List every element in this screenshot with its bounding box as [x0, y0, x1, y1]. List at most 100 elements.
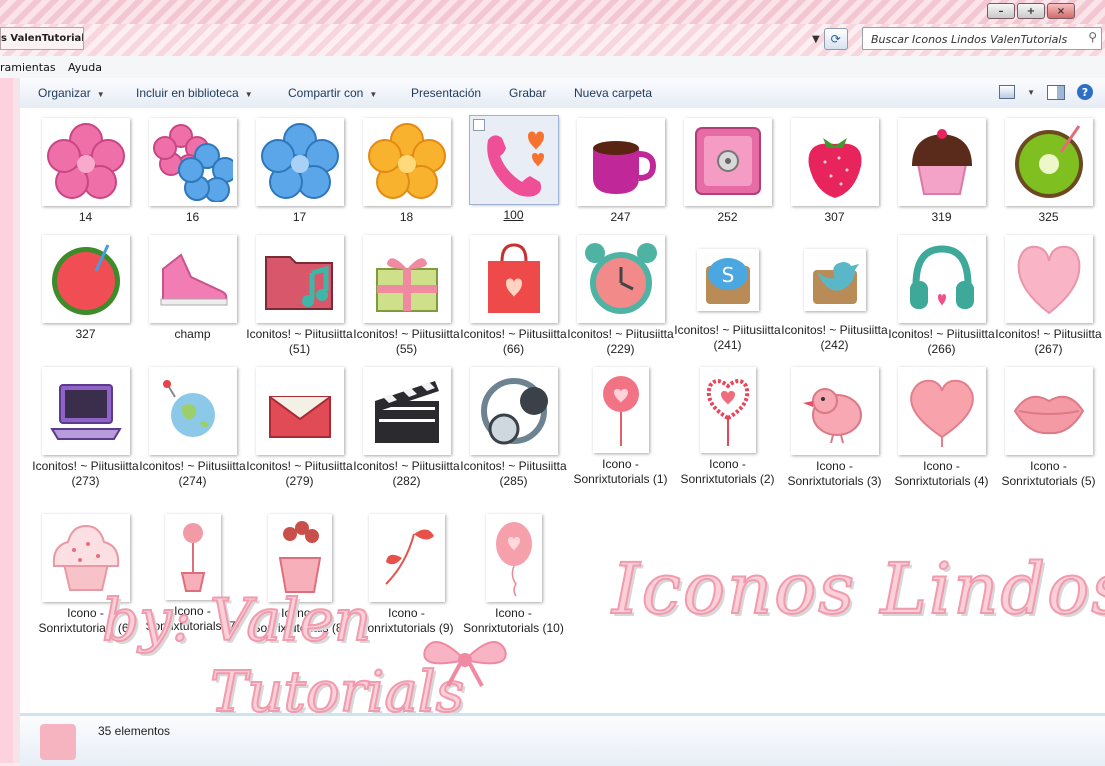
file-label: Iconitos! ~ Piitusiitta (55) [353, 327, 460, 356]
file-item[interactable]: Iconitos! ~ Piitusiitta (229) [567, 235, 674, 357]
file-item[interactable]: Iconitos! ~ Piitusiitta (267) [995, 235, 1102, 357]
maximize-button[interactable]: + [1017, 3, 1045, 19]
watermelon-icon [41, 235, 130, 323]
cup-icon [576, 118, 665, 206]
refresh-button[interactable]: ⟳ [823, 28, 848, 50]
shopping-bag-icon [469, 235, 558, 323]
file-item[interactable]: Icono - Sonrixtutorials (3) [781, 367, 888, 489]
strawberry-icon [790, 118, 879, 206]
file-label: Icono - Sonrixtutorials (5) [1001, 459, 1096, 488]
close-button[interactable]: × [1047, 3, 1075, 19]
file-item[interactable]: Iconitos! ~ Piitusiitta (66) [460, 235, 567, 357]
file-item[interactable]: Iconitos! ~ Piitusiitta (51) [246, 235, 353, 357]
file-label: 319 [931, 210, 952, 224]
file-item[interactable]: Iconitos! ~ Piitusiitta (282) [353, 367, 460, 489]
file-item[interactable]: Iconitos! ~ Piitusiitta (273) [32, 367, 139, 489]
minimize-button[interactable]: – [987, 3, 1015, 19]
file-item[interactable]: 325 [995, 118, 1102, 225]
cupcake-icon [897, 118, 986, 206]
file-label: Iconitos! ~ Piitusiitta (241) [674, 323, 781, 352]
menu-tools[interactable]: ramientas [0, 61, 56, 74]
file-label: Iconitos! ~ Piitusiitta (266) [888, 327, 995, 356]
file-item[interactable]: Icono - Sonrixtutorials (1) [567, 367, 674, 487]
include-library-button[interactable]: Incluir en biblioteca ▼ [136, 86, 253, 100]
file-item[interactable]: 319 [888, 118, 995, 225]
breadcrumb[interactable]: s ValenTutorials [0, 27, 84, 50]
preview-pane-icon[interactable] [1047, 84, 1065, 100]
file-label: 327 [75, 327, 96, 341]
file-item-selected[interactable]: 100 [460, 115, 567, 223]
share-button[interactable]: Compartir con ▼ [288, 86, 377, 100]
file-item[interactable]: 18 [353, 118, 460, 225]
heart-flower-icon [699, 367, 756, 453]
file-item[interactable]: Iconitos! ~ Piitusiitta (274) [139, 367, 246, 489]
music-folder-icon [255, 235, 344, 323]
file-label: Icono - Sonrixtutorials (2) [680, 457, 775, 486]
file-item[interactable]: Iconitos! ~ Piitusiitta (285) [460, 367, 567, 489]
view-options-icon[interactable] [999, 85, 1016, 99]
laptop-icon [41, 367, 130, 455]
file-item[interactable]: 17 [246, 118, 353, 225]
refresh-icon: ⟳ [830, 32, 841, 46]
slideshow-button[interactable]: Presentación [411, 86, 481, 100]
search-icon[interactable]: ⚲ [1088, 30, 1097, 44]
flower-pot-icon [164, 514, 221, 600]
lollipop-pot-icon [267, 514, 332, 602]
file-label: 247 [610, 210, 631, 224]
file-item[interactable]: Iconitos! ~ Piitusiitta (55) [353, 235, 460, 357]
item-count: 35 elementos [98, 724, 171, 738]
chevron-down-icon: ▼ [96, 90, 105, 99]
file-item[interactable]: Icono - Sonrixtutorials (4) [888, 367, 995, 489]
file-item[interactable]: Iconitos! ~ Piitusiitta (266) [888, 235, 995, 357]
file-item[interactable]: 247 [567, 118, 674, 225]
bow-icon [423, 641, 507, 687]
menu-help[interactable]: Ayuda [68, 61, 102, 74]
file-item[interactable]: Icono - Sonrixtutorials (10) [460, 514, 567, 636]
address-nav: ▼ ⟳ [812, 28, 848, 50]
chevron-down-icon: ▼ [369, 90, 378, 99]
file-item[interactable]: Icono - Sonrixtutorials (8) [246, 514, 353, 636]
organize-label: Organizar [38, 86, 91, 100]
file-item[interactable]: 16 [139, 118, 246, 225]
file-label: 252 [717, 210, 738, 224]
file-item[interactable]: 307 [781, 118, 888, 225]
file-label: Iconitos! ~ Piitusiitta (274) [139, 459, 246, 488]
chevron-down-icon[interactable]: ▼ [1027, 88, 1035, 97]
file-label: Icono - Sonrixtutorials (3) [787, 459, 882, 488]
menu-bar: ramientas Ayuda [0, 56, 1105, 78]
file-item[interactable]: Iconitos! ~ Piitusiitta (242) [781, 235, 888, 353]
orange-flower-icon [362, 118, 451, 206]
cupcake-pink-icon [41, 514, 130, 602]
select-checkbox[interactable] [472, 119, 485, 131]
window-controls: – + × [987, 3, 1075, 19]
file-item[interactable]: Icono - Sonrixtutorials (6) [32, 514, 139, 636]
file-label: 14 [78, 210, 93, 224]
file-label: Iconitos! ~ Piitusiitta (282) [353, 459, 460, 488]
file-item[interactable]: 252 [674, 118, 781, 225]
file-item[interactable]: Icono - Sonrixtutorials (7) [139, 514, 246, 634]
help-icon[interactable]: ? [1077, 84, 1093, 100]
file-item[interactable]: champ [139, 235, 246, 342]
address-bar: s ValenTutorials ▼ ⟳ ⚲ [0, 24, 1105, 56]
burn-button[interactable]: Grabar [509, 86, 546, 100]
search-box: ⚲ [862, 27, 1102, 50]
file-item[interactable]: 327 [32, 235, 139, 342]
file-item[interactable]: Iconitos! ~ Piitusiitta (279) [246, 367, 353, 489]
gift-icon [362, 235, 451, 323]
file-item[interactable]: Icono - Sonrixtutorials (5) [995, 367, 1102, 489]
file-item[interactable]: S Iconitos! ~ Piitusiitta (241) [674, 235, 781, 353]
chevron-down-icon: ▼ [244, 90, 253, 99]
file-label: Iconitos! ~ Piitusiitta (242) [781, 323, 888, 352]
lips-icon [1004, 367, 1093, 455]
organize-button[interactable]: Organizar ▼ [38, 86, 105, 100]
file-item[interactable]: 14 [32, 118, 139, 225]
navigation-pane[interactable] [0, 78, 20, 763]
safe-icon [683, 118, 772, 206]
search-input[interactable] [863, 30, 1076, 49]
file-label: 307 [824, 210, 845, 224]
file-item[interactable]: Icono - Sonrixtutorials (9) [353, 514, 460, 636]
heart-lollipop-icon [592, 367, 649, 453]
history-dropdown-icon[interactable]: ▼ [812, 34, 820, 45]
file-item[interactable]: Icono - Sonrixtutorials (2) [674, 367, 781, 487]
new-folder-button[interactable]: Nueva carpeta [574, 86, 652, 100]
